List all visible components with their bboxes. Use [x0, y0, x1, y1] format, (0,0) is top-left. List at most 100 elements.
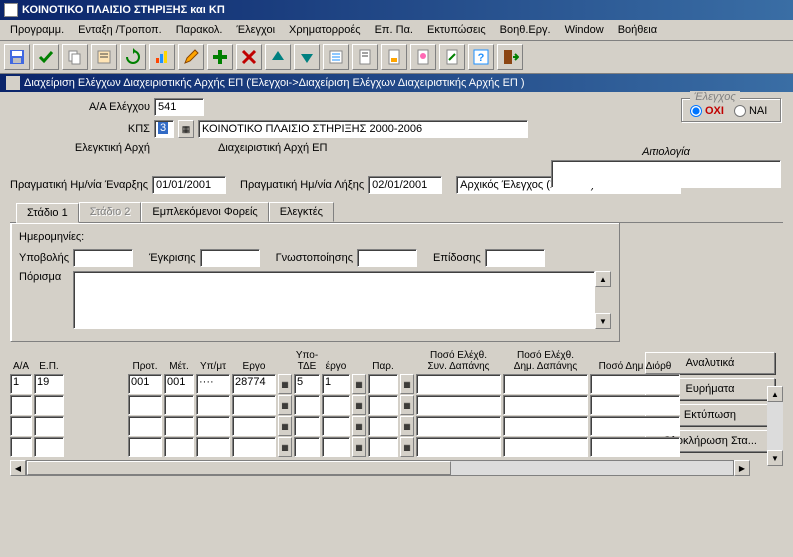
cell-ep-0[interactable]: 19 [34, 374, 64, 394]
copy-icon[interactable] [62, 44, 88, 70]
lookup-ergo2-1[interactable]: ▦ [352, 395, 366, 415]
cell-ypmt-3[interactable] [196, 437, 230, 457]
lookup-par-2[interactable]: ▦ [400, 416, 414, 436]
radio-no-label[interactable]: ΟΧΙ [690, 105, 724, 117]
down-icon[interactable] [294, 44, 320, 70]
cell-ergo2-1[interactable] [322, 395, 350, 415]
scroll-down-icon[interactable]: ▼ [595, 313, 611, 329]
hscroll-thumb[interactable] [27, 461, 451, 475]
radio-no[interactable] [690, 105, 702, 117]
start-date-field[interactable] [152, 176, 226, 194]
cell-par-2[interactable] [368, 416, 398, 436]
hscroll-right-icon[interactable]: ▶ [734, 460, 750, 476]
cell-ypotde-2[interactable] [294, 416, 320, 436]
cell-posodhm-2[interactable] [503, 416, 588, 436]
textarea-scrollbar[interactable]: ▲ ▼ [595, 271, 611, 329]
menu-elegxoi[interactable]: Έλεγχοι [230, 22, 281, 38]
cell-ergo-0[interactable]: 28774 [232, 374, 276, 394]
cell-aa-2[interactable] [10, 416, 32, 436]
deliver-field[interactable] [485, 249, 545, 267]
scroll-track[interactable] [595, 287, 611, 313]
kps-field[interactable]: 3 [154, 120, 174, 138]
grid-hscroll[interactable]: ◀ ▶ [10, 460, 750, 476]
cell-prot-2[interactable] [128, 416, 162, 436]
save-icon[interactable] [4, 44, 30, 70]
cell-pososyn-1[interactable] [416, 395, 501, 415]
vscroll-down-icon[interactable]: ▼ [767, 450, 783, 466]
chart-icon[interactable] [149, 44, 175, 70]
lookup-par-1[interactable]: ▦ [400, 395, 414, 415]
cell-ypmt-2[interactable] [196, 416, 230, 436]
cell-met-0[interactable]: 001 [164, 374, 194, 394]
menu-xrimatorroes[interactable]: Χρηματορροές [283, 22, 367, 38]
cell-pososyn-2[interactable] [416, 416, 501, 436]
cell-posodhm-3[interactable] [503, 437, 588, 457]
cell-aa-3[interactable] [10, 437, 32, 457]
approve-field[interactable] [200, 249, 260, 267]
cell-prot-0[interactable]: 001 [128, 374, 162, 394]
cell-par-3[interactable] [368, 437, 398, 457]
cell-posodhm-0[interactable] [503, 374, 588, 394]
cell-pososyn-3[interactable] [416, 437, 501, 457]
lookup-par-0[interactable]: ▦ [400, 374, 414, 394]
menu-eppa[interactable]: Επ. Πα. [369, 22, 419, 38]
cell-ergo2-3[interactable] [322, 437, 350, 457]
doc4-icon[interactable] [439, 44, 465, 70]
form-icon[interactable] [91, 44, 117, 70]
aa-field[interactable] [154, 98, 204, 116]
cell-prot-3[interactable] [128, 437, 162, 457]
radio-yes-label[interactable]: ΝΑΙ [734, 105, 767, 117]
radio-yes[interactable] [734, 105, 746, 117]
exit-icon[interactable] [497, 44, 523, 70]
lookup-ergo-1[interactable]: ▦ [278, 395, 292, 415]
cell-posodiorth-0[interactable] [590, 374, 680, 394]
lookup-ergo-2[interactable]: ▦ [278, 416, 292, 436]
kps-lookup-icon[interactable]: ▦ [178, 120, 194, 138]
lookup-ergo-3[interactable]: ▦ [278, 437, 292, 457]
menu-parakol[interactable]: Παρακολ. [170, 22, 229, 38]
hscroll-track[interactable] [26, 460, 734, 476]
cell-posodiorth-1[interactable] [590, 395, 680, 415]
cell-ypmt-0[interactable]: ···· [196, 374, 230, 394]
refresh-icon[interactable] [120, 44, 146, 70]
hscroll-left-icon[interactable]: ◀ [10, 460, 26, 476]
cell-ergo-3[interactable] [232, 437, 276, 457]
add-icon[interactable] [207, 44, 233, 70]
cell-posodiorth-2[interactable] [590, 416, 680, 436]
scroll-up-icon[interactable]: ▲ [595, 271, 611, 287]
finding-textarea[interactable] [73, 271, 595, 329]
cell-aa-1[interactable] [10, 395, 32, 415]
menu-entaxi[interactable]: Ενταξη /Τροποπ. [72, 22, 168, 38]
cell-met-1[interactable] [164, 395, 194, 415]
tab-stage2[interactable]: Στάδιο 2 [79, 202, 142, 222]
cell-ypotde-0[interactable]: 5 [294, 374, 320, 394]
menu-programm[interactable]: Προγραμμ. [4, 22, 70, 38]
cell-aa-0[interactable]: 1 [10, 374, 32, 394]
cell-ergo2-0[interactable]: 1 [322, 374, 350, 394]
menu-ektyposeis[interactable]: Εκτυπώσεις [421, 22, 492, 38]
cell-posodhm-1[interactable] [503, 395, 588, 415]
cell-ypotde-1[interactable] [294, 395, 320, 415]
vscroll-up-icon[interactable]: ▲ [767, 386, 783, 402]
cell-prot-1[interactable] [128, 395, 162, 415]
up-icon[interactable] [265, 44, 291, 70]
tab-involved[interactable]: Εμπλεκόμενοι Φορείς [141, 202, 268, 222]
cell-par-0[interactable] [368, 374, 398, 394]
cell-ergo-1[interactable] [232, 395, 276, 415]
notify-field[interactable] [357, 249, 417, 267]
lookup-ergo2-0[interactable]: ▦ [352, 374, 366, 394]
menu-voitheia[interactable]: Βοήθεια [612, 22, 663, 38]
cell-ep-3[interactable] [34, 437, 64, 457]
cell-ergo-2[interactable] [232, 416, 276, 436]
lookup-ergo2-2[interactable]: ▦ [352, 416, 366, 436]
check-icon[interactable] [33, 44, 59, 70]
delete-icon[interactable] [236, 44, 262, 70]
cell-ypmt-1[interactable] [196, 395, 230, 415]
vscroll-track[interactable] [767, 402, 783, 450]
lookup-ergo2-3[interactable]: ▦ [352, 437, 366, 457]
grid-vscroll[interactable]: ▲ ▼ [767, 386, 783, 466]
list-icon[interactable] [323, 44, 349, 70]
lookup-ergo-0[interactable]: ▦ [278, 374, 292, 394]
menu-boitherg[interactable]: Βοηθ.Εργ. [494, 22, 557, 38]
lookup-par-3[interactable]: ▦ [400, 437, 414, 457]
